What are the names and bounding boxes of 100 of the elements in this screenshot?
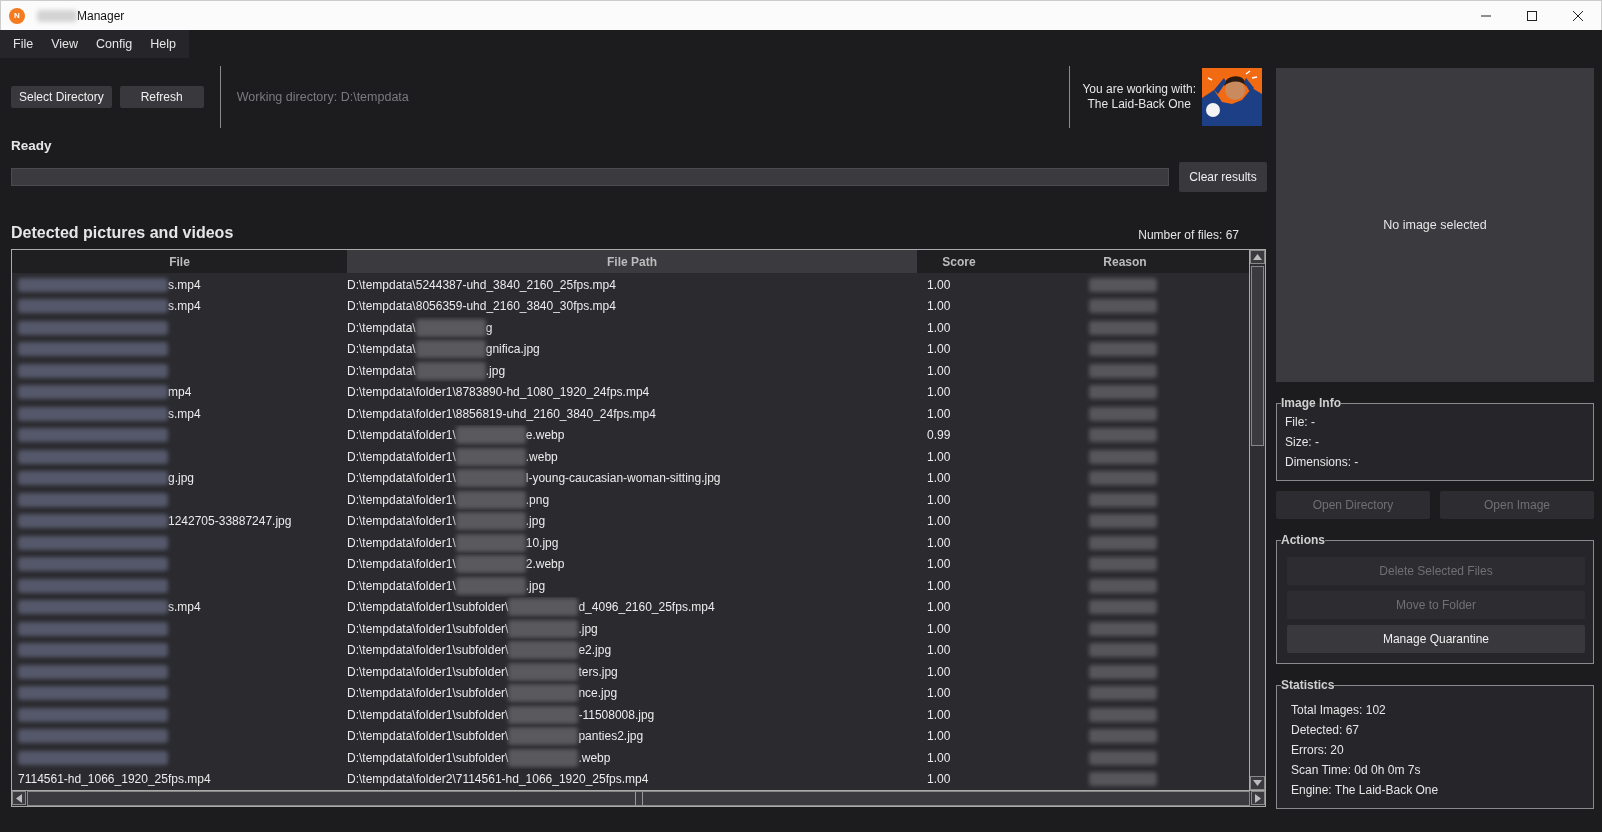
statistic-label: Scan Time: 0d 0h 0m 7s (1291, 762, 1422, 779)
file-path: l-young-caucasian-woman-sitting.jpg (525, 471, 721, 486)
file-path: D:\tempdata\folder1\ (347, 514, 456, 529)
maximize-icon (1526, 9, 1538, 22)
manage-quarantine-button[interactable]: Manage Quarantine (1287, 625, 1585, 653)
score-value: 1.00 (927, 471, 951, 486)
close-icon (1572, 9, 1584, 22)
column-header[interactable]: Score (917, 250, 1001, 273)
score-value: 1.00 (927, 664, 951, 679)
file-path: 10.jpg (525, 535, 559, 550)
file-path: D:\tempdata\folder2\7114561-hd_1066_1920_25fps.mp4 (347, 772, 649, 787)
score-value: 1.00 (927, 449, 951, 464)
column-header[interactable]: File (12, 250, 347, 273)
engine-name: The Laid-Back One (1087, 97, 1191, 112)
file-path: D:\tempdata\5244387-uhd_3840_2160_25fps.mp4 (347, 277, 616, 292)
score-value: 1.00 (927, 363, 951, 378)
menu-item[interactable]: Help (141, 30, 185, 58)
score-value: 1.00 (927, 772, 951, 787)
column-header[interactable]: Reason (1001, 250, 1249, 273)
score-value: 1.00 (927, 320, 951, 335)
score-value: 1.00 (927, 406, 951, 421)
working-directory-label: Working directory: D:\tempdata (236, 90, 409, 104)
score-value: 1.00 (927, 600, 951, 615)
score-value: 1.00 (927, 729, 951, 744)
file-path: D:\tempdata\folder1\subfolder\ (347, 750, 509, 765)
file-name: s.mp4 (168, 600, 201, 615)
file-path: D:\tempdata\folder1\subfolder\ (347, 621, 509, 636)
score-value: 1.00 (927, 686, 951, 701)
image-preview: No image selected (1276, 68, 1594, 382)
score-value: 1.00 (927, 299, 951, 314)
file-path: .jpg (525, 514, 546, 529)
file-path: D:\tempdata\folder1\ (347, 471, 456, 486)
file-path: D:\tempdata\folder1\ (347, 492, 456, 507)
file-path: .png (525, 492, 550, 507)
file-name: mp4 (168, 385, 192, 400)
score-value: 1.00 (927, 643, 951, 658)
file-path: D:\tempdata\folder1\subfolder\ (347, 600, 509, 615)
clear-results-button[interactable]: Clear results (1179, 162, 1267, 192)
up-arrow-icon[interactable] (1253, 254, 1262, 260)
score-value: 1.00 (927, 535, 951, 550)
file-path: e2.jpg (578, 643, 612, 658)
score-value: 1.00 (927, 578, 951, 593)
file-path: D:\tempdata\ (347, 342, 416, 357)
file-path: D:\tempdata\folder1\ (347, 535, 456, 550)
score-value: 1.00 (927, 342, 951, 357)
file-path: -11508008.jpg (578, 707, 655, 722)
file-path: D:\tempdata\folder1\subfolder\ (347, 686, 509, 701)
file-name: 1242705-33887247.jpg (168, 514, 292, 529)
refresh-button[interactable]: Refresh (119, 86, 204, 108)
file-path: .jpg (578, 621, 598, 636)
file-path: D:\tempdata\folder1\subfolder\ (347, 643, 509, 658)
file-path: .webp (578, 750, 611, 765)
score-value: 1.00 (927, 707, 951, 722)
down-arrow-icon[interactable] (1253, 780, 1262, 786)
column-header[interactable]: File Path (347, 250, 917, 273)
score-value: 1.00 (927, 557, 951, 572)
info-label: File: - (1285, 414, 1316, 431)
score-value: 1.00 (927, 621, 951, 636)
file-path: D:\tempdata\folder1\8783890-hd_1080_1920_24fps.mp4 (347, 385, 650, 400)
file-name: g.jpg (168, 471, 195, 486)
group-title: Actions (1281, 533, 1325, 547)
file-path: D:\tempdata\folder1\ (347, 578, 456, 593)
file-path: D:\tempdata\folder1\subfolder\ (347, 707, 509, 722)
group-title: Statistics (1281, 678, 1335, 692)
file-path: panties2.jpg (578, 729, 644, 744)
group-title: Image Info (1281, 396, 1341, 410)
file-path: gnifica.jpg (485, 342, 540, 357)
status-label: Ready (11, 138, 53, 155)
file-path: e.webp (525, 428, 565, 443)
statistic-label: Total Images: 102 (1291, 702, 1387, 719)
file-path: D:\tempdata\folder1\ (347, 428, 456, 443)
statistic-label: Errors: 20 (1291, 742, 1345, 759)
menu-item[interactable]: Config (87, 30, 142, 58)
file-path: D:\tempdata\folder1\ (347, 557, 456, 572)
right-arrow-icon[interactable] (1255, 793, 1261, 803)
file-path: .jpg (525, 578, 546, 593)
app-icon: N (9, 7, 25, 24)
menu-item[interactable]: View (42, 30, 88, 58)
file-path: D:\tempdata\ (347, 320, 416, 335)
score-value: 1.00 (927, 750, 951, 765)
left-arrow-icon[interactable] (16, 793, 22, 803)
file-name: s.mp4 (168, 299, 201, 314)
horizontal-scrollbar[interactable] (12, 790, 1265, 806)
window-title: Manager (77, 8, 125, 23)
file-name: s.mp4 (168, 406, 201, 421)
score-value: 1.00 (927, 514, 951, 529)
file-path: D:\tempdata\folder1\subfolder\ (347, 664, 509, 679)
file-path: D:\tempdata\ (347, 363, 416, 378)
file-path: g (485, 320, 493, 335)
menu-item[interactable]: File (4, 30, 43, 58)
file-path: 2.webp (525, 557, 565, 572)
file-path: nce.jpg (578, 686, 618, 701)
file-name: 7114561-hd_1066_1920_25fps.mp4 (18, 772, 211, 787)
file-path: .jpg (485, 363, 506, 378)
section-heading: Detected pictures and videos (11, 224, 234, 242)
info-label: Dimensions: - (1285, 454, 1360, 471)
vertical-scrollbar[interactable] (1249, 250, 1265, 790)
file-path: .webp (525, 449, 558, 464)
select-directory-button[interactable]: Select Directory (11, 86, 112, 108)
statistic-label: Engine: The Laid-Back One (1291, 782, 1440, 799)
